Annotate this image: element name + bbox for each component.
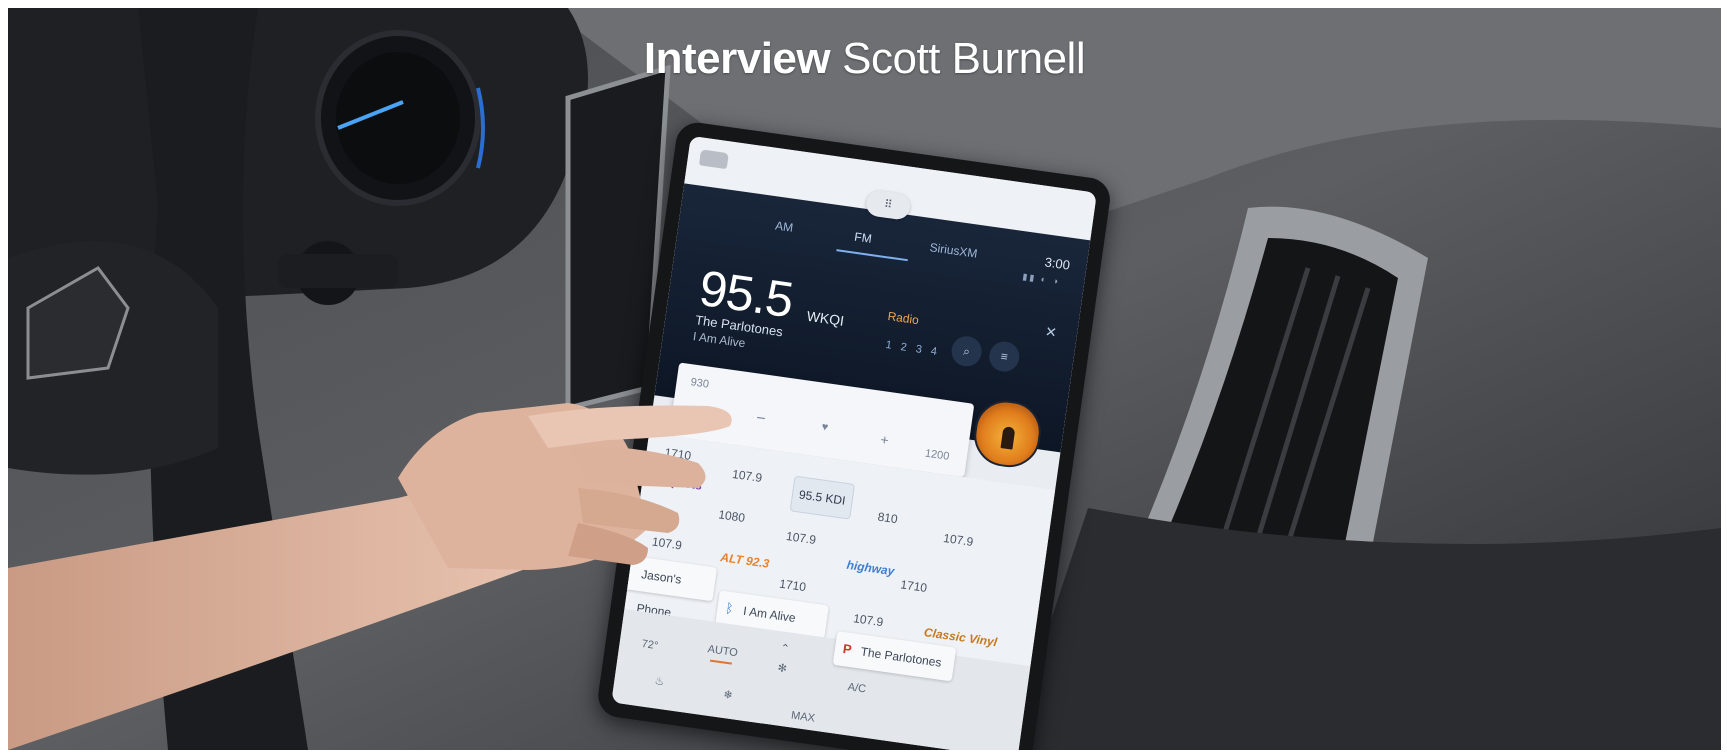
middle-finger bbox=[568, 447, 706, 488]
photo: Interview Scott Burnell AM FM SiriusXM 3:… bbox=[8, 8, 1721, 750]
hand bbox=[8, 403, 732, 750]
index-finger bbox=[528, 405, 732, 448]
